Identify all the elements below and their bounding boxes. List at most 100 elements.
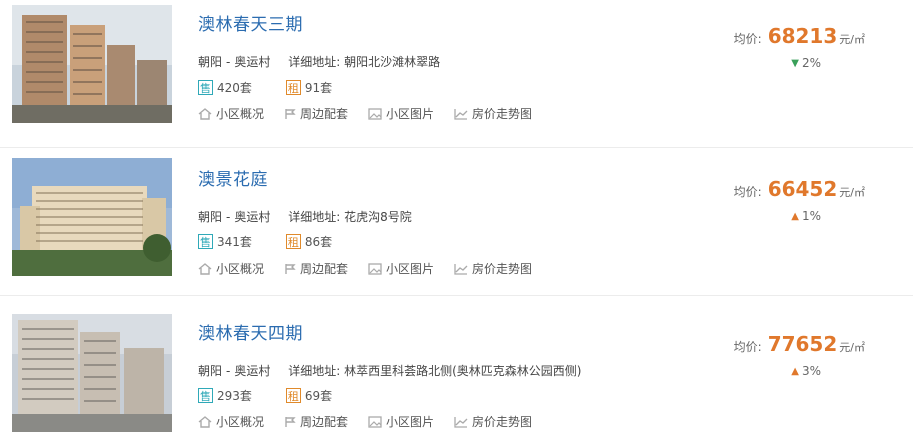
sale-count: 420套 — [217, 81, 252, 95]
community-name-link[interactable]: 澳林春天四期 — [198, 319, 303, 344]
sale-count: 341套 — [217, 235, 252, 249]
listing-counts: 售 420套 租 91套 — [198, 79, 366, 96]
rent-count: 69套 — [304, 389, 333, 403]
rent-count: 86套 — [304, 235, 333, 249]
community-links: 小区概况 周边配套 小区图片 房价走势图 — [198, 260, 552, 277]
for-rent-count[interactable]: 租 86套 — [285, 233, 333, 250]
overview-link[interactable]: 小区概况 — [198, 105, 264, 122]
price-unit: 元/㎡ — [839, 341, 865, 354]
rent-count: 91套 — [304, 81, 333, 95]
price-block: 均价: 77652 元/㎡ ▲ 3% — [734, 332, 865, 378]
overview-label: 小区概况 — [216, 107, 265, 121]
surroundings-link[interactable]: 周边配套 — [284, 260, 348, 277]
sale-badge-icon: 售 — [198, 388, 213, 403]
photos-link[interactable]: 小区图片 — [368, 260, 434, 277]
avg-price-value: 66452 — [767, 177, 838, 201]
change-value: 2% — [801, 56, 821, 70]
address-label: 详细地址: — [288, 55, 341, 69]
area[interactable]: 奥运村 — [234, 55, 270, 69]
trend-chart-icon — [454, 416, 468, 428]
image-icon — [368, 107, 382, 120]
change-value: 3% — [801, 364, 821, 378]
rent-badge-icon: 租 — [285, 234, 301, 249]
overview-link[interactable]: 小区概况 — [198, 260, 264, 277]
price-trend-label: 房价走势图 — [472, 107, 533, 121]
community-photo[interactable] — [12, 5, 172, 123]
community-name-link[interactable]: 澳景花庭 — [198, 165, 268, 190]
photos-link[interactable]: 小区图片 — [368, 413, 434, 430]
surroundings-link[interactable]: 周边配套 — [284, 413, 348, 430]
district[interactable]: 朝阳 — [198, 210, 222, 224]
community-name-link[interactable]: 澳林春天三期 — [198, 10, 303, 35]
for-sale-count[interactable]: 售 341套 — [198, 233, 252, 250]
price-change: ▲ 3% — [734, 364, 865, 378]
arrow-down-icon: ▼ — [791, 57, 799, 69]
image-icon — [368, 262, 382, 275]
price-unit: 元/㎡ — [839, 186, 865, 199]
photos-label: 小区图片 — [386, 262, 435, 276]
price-block: 均价: 66452 元/㎡ ▲ 1% — [734, 177, 865, 223]
listing-item: 澳林春天四期 朝阳 - 奥运村 详细地址: 林萃西里科荟路北侧(奥林匹克森林公园西侧… — [0, 296, 913, 444]
listing-item: 澳景花庭 朝阳 - 奥运村 详细地址: 花虎沟8号院 售 341套 租 86套 小区… — [0, 148, 913, 296]
address-value: 花虎沟8号院 — [344, 210, 412, 224]
for-rent-count[interactable]: 租 69套 — [285, 387, 333, 404]
price-block: 均价: 68213 元/㎡ ▼ 2% — [734, 24, 865, 70]
arrow-up-icon: ▲ — [791, 210, 799, 222]
listing-counts: 售 341套 租 86套 — [198, 233, 366, 250]
rent-badge-icon: 租 — [285, 80, 301, 95]
address-label: 详细地址: — [288, 364, 341, 378]
for-sale-count[interactable]: 售 293套 — [198, 387, 252, 404]
price-change: ▲ 1% — [734, 209, 865, 223]
community-photo[interactable] — [12, 158, 172, 276]
avg-price-value: 77652 — [767, 332, 838, 356]
avg-price-label: 均价: — [733, 185, 762, 199]
price-trend-label: 房价走势图 — [472, 415, 533, 429]
house-icon — [198, 415, 212, 428]
avg-price-label: 均价: — [733, 32, 762, 46]
district[interactable]: 朝阳 — [198, 55, 222, 69]
price-change: ▼ 2% — [734, 56, 865, 70]
surroundings-link[interactable]: 周边配套 — [284, 105, 348, 122]
community-links: 小区概况 周边配套 小区图片 房价走势图 — [198, 413, 552, 430]
for-sale-count[interactable]: 售 420套 — [198, 79, 252, 96]
overview-label: 小区概况 — [216, 262, 265, 276]
price-trend-link[interactable]: 房价走势图 — [454, 413, 532, 430]
image-icon — [368, 415, 382, 428]
price-unit: 元/㎡ — [839, 33, 865, 46]
overview-link[interactable]: 小区概况 — [198, 413, 264, 430]
sale-badge-icon: 售 — [198, 80, 213, 95]
address-value: 林萃西里科荟路北侧(奥林匹克森林公园西侧) — [344, 364, 582, 378]
house-icon — [198, 262, 212, 275]
area[interactable]: 奥运村 — [234, 364, 270, 378]
listing-counts: 售 293套 租 69套 — [198, 387, 366, 404]
map-pin-icon — [285, 416, 296, 427]
surroundings-label: 周边配套 — [300, 262, 349, 276]
surroundings-label: 周边配套 — [300, 107, 349, 121]
for-rent-count[interactable]: 租 91套 — [285, 79, 333, 96]
district[interactable]: 朝阳 — [198, 364, 222, 378]
listing-item: 澳林春天三期 朝阳 - 奥运村 详细地址: 朝阳北沙滩林翠路 售 420套 租 91… — [0, 0, 913, 148]
address-label: 详细地址: — [288, 210, 341, 224]
rent-badge-icon: 租 — [285, 388, 301, 403]
price-trend-label: 房价走势图 — [472, 262, 533, 276]
avg-price-value: 68213 — [767, 24, 838, 48]
price-trend-link[interactable]: 房价走势图 — [454, 260, 532, 277]
change-value: 1% — [801, 209, 821, 223]
address-value: 朝阳北沙滩林翠路 — [344, 55, 441, 69]
address-line: 朝阳 - 奥运村 详细地址: 朝阳北沙滩林翠路 — [198, 55, 441, 69]
photos-link[interactable]: 小区图片 — [368, 105, 434, 122]
avg-price-label: 均价: — [733, 340, 762, 354]
address-line: 朝阳 - 奥运村 详细地址: 林萃西里科荟路北侧(奥林匹克森林公园西侧) — [198, 364, 582, 378]
community-photo[interactable] — [12, 314, 172, 432]
surroundings-label: 周边配套 — [300, 415, 349, 429]
map-pin-icon — [285, 108, 296, 119]
overview-label: 小区概况 — [216, 415, 265, 429]
community-links: 小区概况 周边配套 小区图片 房价走势图 — [198, 105, 552, 122]
trend-chart-icon — [454, 108, 468, 120]
house-icon — [198, 107, 212, 120]
area[interactable]: 奥运村 — [234, 210, 270, 224]
photos-label: 小区图片 — [386, 415, 435, 429]
sale-count: 293套 — [217, 389, 252, 403]
sale-badge-icon: 售 — [198, 234, 213, 249]
price-trend-link[interactable]: 房价走势图 — [454, 105, 532, 122]
